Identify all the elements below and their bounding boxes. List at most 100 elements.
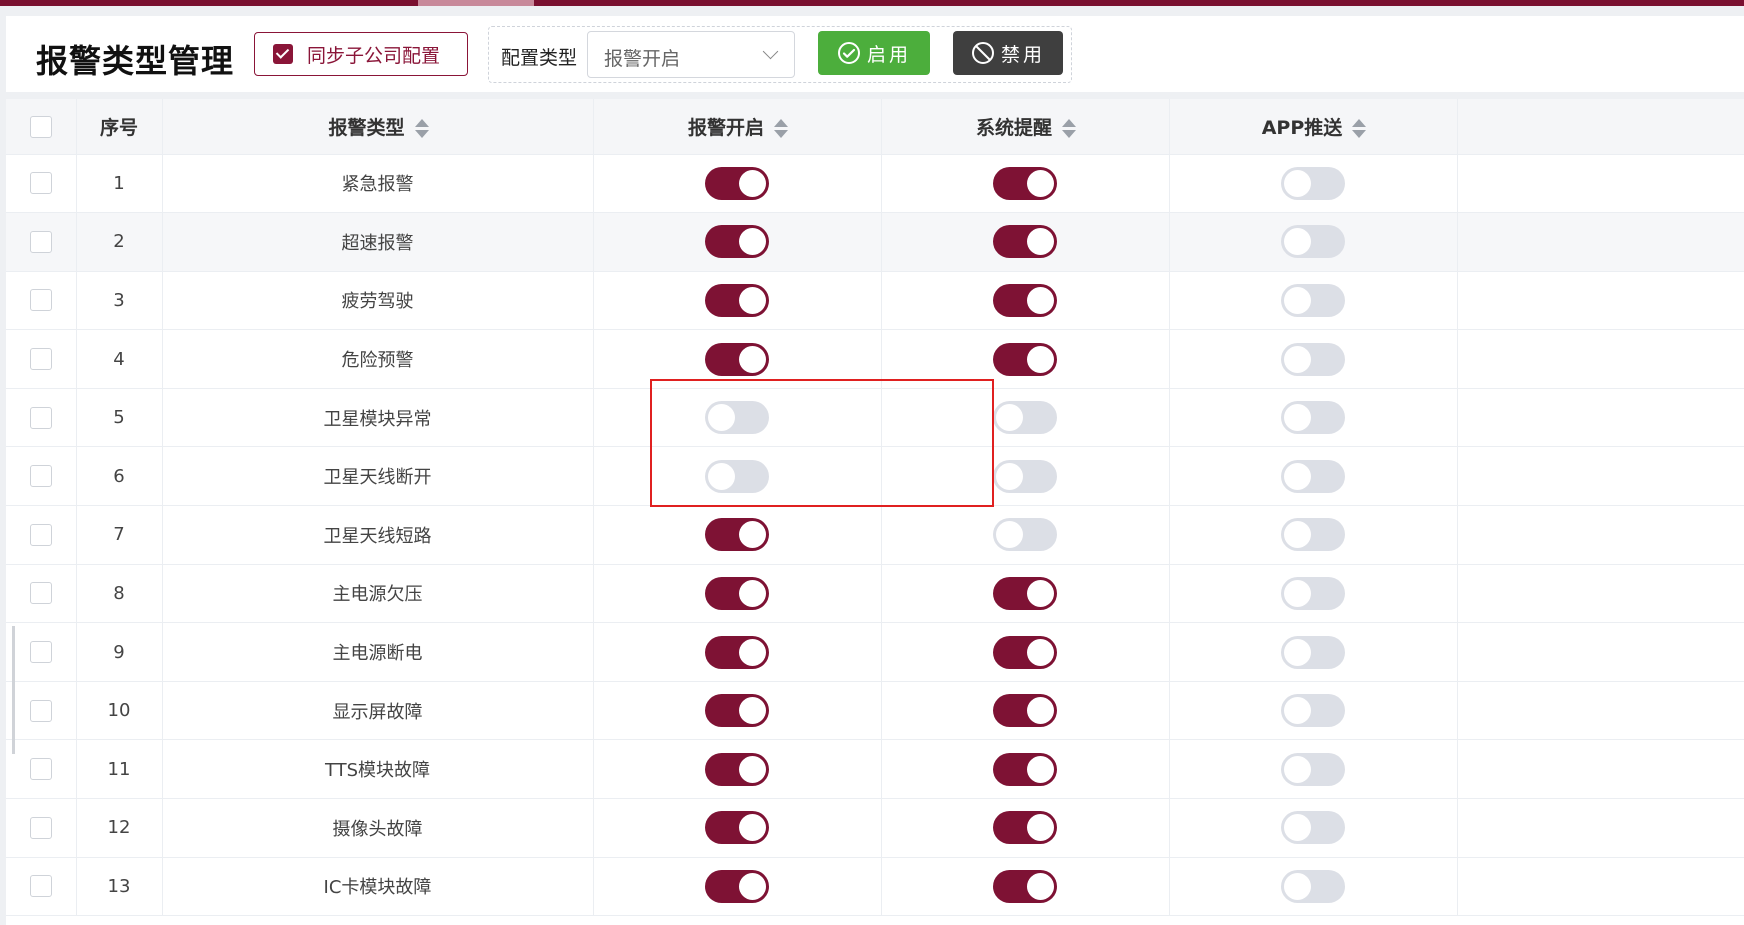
alarm-toggle-switch[interactable] — [705, 342, 769, 376]
app-toggle-switch[interactable] — [1281, 166, 1345, 200]
alarm-toggle-switch[interactable] — [705, 518, 769, 552]
disable-button[interactable]: 禁用 — [953, 31, 1063, 75]
table-row[interactable]: 1 紧急报警 — [6, 154, 1744, 214]
app-push-cell — [1169, 681, 1458, 741]
empty-cell — [1457, 798, 1744, 858]
system-toggle-switch[interactable] — [993, 694, 1057, 728]
alarm-toggle-switch[interactable] — [705, 576, 769, 610]
row-number: 1 — [76, 154, 163, 214]
row-checkbox[interactable] — [29, 230, 52, 253]
select-all-checkbox[interactable] — [29, 115, 52, 138]
system-toggle-switch[interactable] — [993, 576, 1057, 610]
alarm-toggle-switch[interactable] — [705, 401, 769, 435]
system-toggle-switch[interactable] — [993, 811, 1057, 845]
app-toggle-switch[interactable] — [1281, 342, 1345, 376]
table-row[interactable]: 10 显示屏故障 — [6, 681, 1744, 741]
row-checkbox[interactable] — [29, 816, 52, 839]
app-toggle-switch[interactable] — [1281, 869, 1345, 903]
alarm-toggle-switch[interactable] — [705, 869, 769, 903]
switch-knob — [1027, 286, 1054, 314]
column-header-alarm[interactable]: 报警开启 — [593, 99, 882, 155]
table-row[interactable]: 7 卫星天线短路 — [6, 505, 1744, 565]
scrollbar[interactable] — [12, 626, 15, 754]
app-toggle-switch[interactable] — [1281, 401, 1345, 435]
alarm-type-name: TTS模块故障 — [162, 739, 594, 800]
system-toggle-switch[interactable] — [993, 225, 1057, 259]
app-toggle-switch[interactable] — [1281, 283, 1345, 317]
system-toggle-switch[interactable] — [993, 518, 1057, 552]
table-row[interactable]: 5 卫星模块异常 — [6, 388, 1744, 448]
row-checkbox[interactable] — [29, 289, 52, 312]
alarm-type-name: IC卡模块故障 — [162, 857, 594, 917]
table-row[interactable]: 13 IC卡模块故障 — [6, 857, 1744, 917]
sort-icon[interactable] — [1062, 118, 1076, 139]
alarm-type-name: 卫星模块异常 — [162, 388, 594, 448]
system-toggle-switch[interactable] — [993, 635, 1057, 669]
row-number: 13 — [76, 857, 163, 917]
switch-knob — [739, 345, 766, 373]
row-checkbox[interactable] — [29, 348, 52, 371]
table-row[interactable]: 2 超速报警 — [6, 212, 1744, 272]
system-toggle-switch[interactable] — [993, 869, 1057, 903]
row-select-cell — [6, 857, 77, 917]
alarm-enabled-cell — [593, 271, 882, 331]
table-row[interactable]: 9 主电源断电 — [6, 622, 1744, 682]
table-row[interactable]: 4 危险预警 — [6, 329, 1744, 389]
column-header-app[interactable]: APP推送 — [1169, 99, 1458, 155]
system-toggle-switch[interactable] — [993, 401, 1057, 435]
row-checkbox[interactable] — [29, 875, 52, 898]
system-toggle-switch[interactable] — [993, 283, 1057, 317]
switch-knob — [1284, 462, 1311, 490]
sort-icon[interactable] — [414, 118, 429, 139]
row-checkbox[interactable] — [29, 172, 52, 195]
table-row[interactable]: 8 主电源欠压 — [6, 564, 1744, 624]
empty-cell — [1457, 446, 1744, 507]
alarm-toggle-switch[interactable] — [705, 283, 769, 317]
alarm-toggle-switch[interactable] — [705, 459, 769, 493]
system-toggle-switch[interactable] — [993, 752, 1057, 786]
table-row[interactable]: 11 TTS模块故障 — [6, 739, 1744, 800]
app-toggle-switch[interactable] — [1281, 752, 1345, 786]
app-toggle-switch[interactable] — [1281, 576, 1345, 610]
alarm-toggle-switch[interactable] — [705, 811, 769, 845]
system-toggle-switch[interactable] — [993, 459, 1057, 493]
table-row[interactable]: 12 摄像头故障 — [6, 798, 1744, 858]
sync-subsidiary-config-checkbox[interactable]: 同步子公司配置 — [254, 32, 468, 76]
empty-cell — [1457, 564, 1744, 624]
row-checkbox[interactable] — [29, 406, 52, 429]
row-checkbox[interactable] — [29, 641, 52, 664]
app-toggle-switch[interactable] — [1281, 225, 1345, 259]
system-toggle-switch[interactable] — [993, 342, 1057, 376]
enable-button[interactable]: 启用 — [818, 31, 930, 75]
app-push-cell — [1169, 271, 1458, 331]
row-checkbox[interactable] — [29, 758, 52, 781]
app-toggle-switch[interactable] — [1281, 811, 1345, 845]
alarm-toggle-switch[interactable] — [705, 752, 769, 786]
row-checkbox[interactable] — [29, 523, 52, 546]
table-row[interactable]: 6 卫星天线断开 — [6, 446, 1744, 507]
alarm-toggle-switch[interactable] — [705, 166, 769, 200]
app-toggle-switch[interactable] — [1281, 459, 1345, 493]
config-type-select[interactable]: 报警开启 — [587, 31, 795, 78]
empty-cell — [1457, 505, 1744, 565]
row-checkbox[interactable] — [29, 465, 52, 488]
app-toggle-switch[interactable] — [1281, 518, 1345, 552]
app-push-cell — [1169, 798, 1458, 858]
alarm-toggle-switch[interactable] — [705, 225, 769, 259]
row-number: 12 — [76, 798, 163, 858]
row-number: 2 — [76, 212, 163, 272]
sort-icon[interactable] — [1352, 118, 1367, 139]
sort-icon[interactable] — [774, 118, 788, 139]
app-toggle-switch[interactable] — [1281, 635, 1345, 669]
column-header-type[interactable]: 报警类型 — [162, 99, 594, 155]
alarm-toggle-switch[interactable] — [705, 694, 769, 728]
app-toggle-switch[interactable] — [1281, 694, 1345, 728]
alarm-toggle-switch[interactable] — [705, 635, 769, 669]
alarm-enabled-cell — [593, 446, 882, 507]
column-header-system[interactable]: 系统提醒 — [881, 99, 1170, 155]
table-row[interactable]: 3 疲劳驾驶 — [6, 271, 1744, 331]
row-checkbox[interactable] — [29, 699, 52, 722]
system-toggle-switch[interactable] — [993, 166, 1057, 200]
row-checkbox[interactable] — [29, 582, 52, 605]
empty-cell — [1457, 388, 1744, 448]
